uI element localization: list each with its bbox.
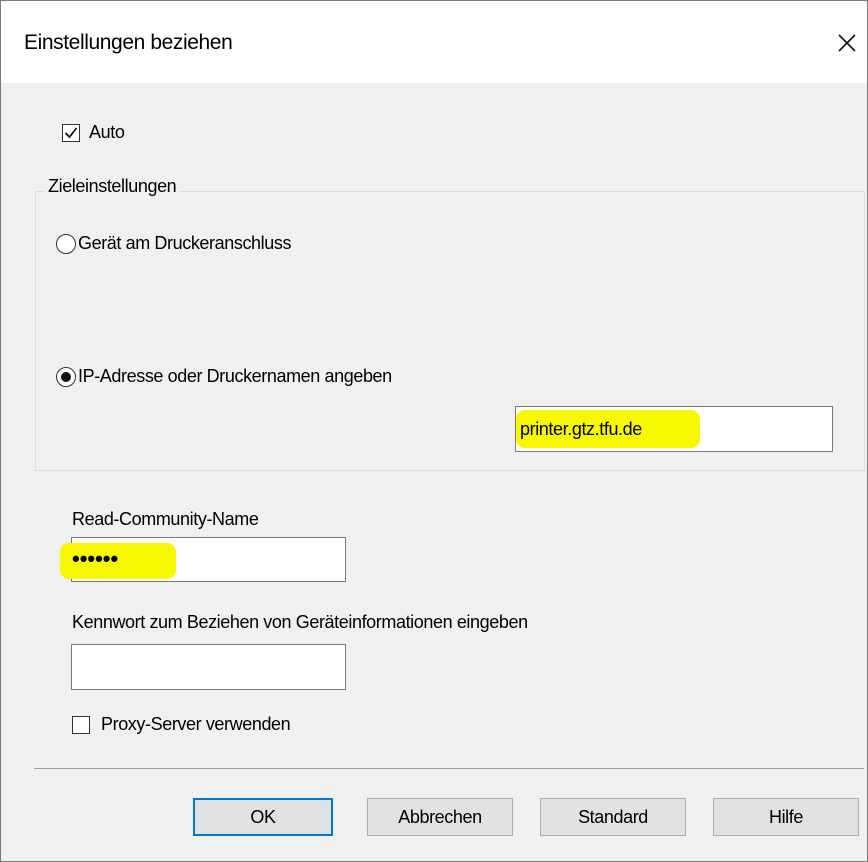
cancel-button[interactable]: Abbrechen xyxy=(367,798,513,836)
auto-checkbox[interactable] xyxy=(62,124,80,142)
auto-label: Auto xyxy=(89,122,125,142)
footer-separator xyxy=(34,768,864,769)
proxy-label: Proxy-Server verwenden xyxy=(101,714,291,734)
ip-address-value: printer.gtz.tfu.de xyxy=(520,419,642,439)
read-community-value: •••••• xyxy=(72,546,119,571)
password-label: Kennwort zum Beziehen von Geräteinformat… xyxy=(72,612,528,632)
radio-printer-port[interactable] xyxy=(56,234,76,254)
help-button[interactable]: Hilfe xyxy=(713,798,859,836)
radio-ip-address-label: IP-Adresse oder Druckernamen angeben xyxy=(78,366,392,386)
title-bar[interactable]: Einstellungen beziehen xyxy=(1,1,867,83)
ok-button[interactable]: OK xyxy=(193,798,333,836)
standard-button[interactable]: Standard xyxy=(540,798,686,836)
close-icon[interactable] xyxy=(835,31,859,55)
window-title: Einstellungen beziehen xyxy=(24,31,233,54)
radio-ip-address[interactable] xyxy=(56,367,76,387)
ip-address-input[interactable]: printer.gtz.tfu.de xyxy=(515,406,833,452)
read-community-input[interactable]: •••••• xyxy=(60,537,346,582)
settings-dialog: Einstellungen beziehen Auto Zieleinstell… xyxy=(0,0,868,862)
radio-selected-dot xyxy=(61,372,71,382)
checkmark-icon xyxy=(64,127,78,139)
proxy-checkbox[interactable] xyxy=(72,716,90,734)
password-input[interactable] xyxy=(71,644,346,690)
radio-printer-port-label: Gerät am Druckeranschluss xyxy=(78,233,292,253)
target-settings-legend: Zieleinstellungen xyxy=(44,176,181,197)
read-community-label: Read-Community-Name xyxy=(72,509,259,529)
